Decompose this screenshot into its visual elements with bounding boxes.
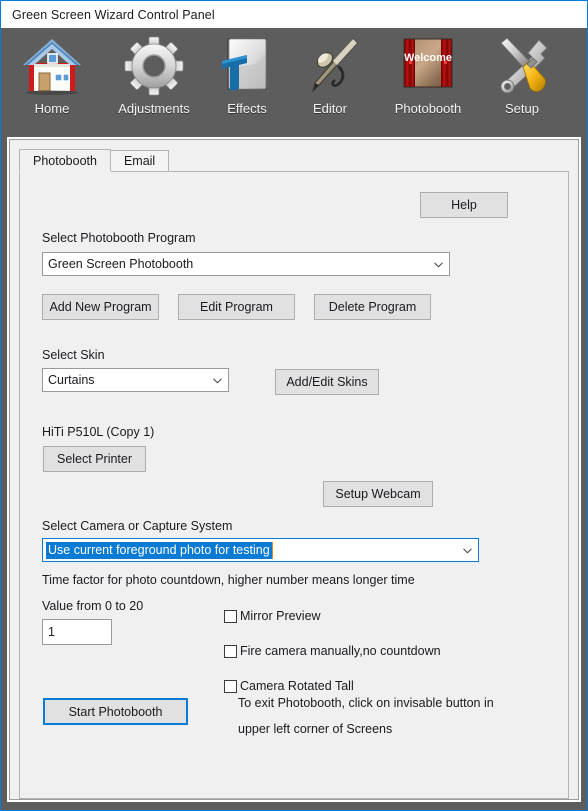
house-icon bbox=[19, 33, 85, 99]
airbrush-pen-icon bbox=[297, 33, 363, 99]
chevron-down-icon bbox=[206, 369, 228, 391]
chevron-down-icon bbox=[427, 253, 449, 275]
checkbox-fire-camera-manually[interactable]: Fire camera manually,no countdown bbox=[224, 644, 441, 658]
main-toolbar: Home Adjustments Effects Editor Welcome … bbox=[1, 28, 587, 139]
toolbar-item-editor[interactable]: Editor bbox=[285, 33, 375, 116]
time-factor-input[interactable]: 1 bbox=[42, 619, 112, 645]
exit-note-line1: To exit Photobooth, click on invisable b… bbox=[238, 696, 494, 710]
checkbox-fire-camera-manually-label: Fire camera manually,no countdown bbox=[240, 644, 441, 658]
checkbox-camera-rotated-tall-label: Camera Rotated Tall bbox=[240, 679, 354, 693]
checkbox-mirror-preview[interactable]: Mirror Preview bbox=[224, 609, 321, 623]
exit-note-line2: upper left corner of Screens bbox=[238, 722, 393, 736]
tab-email-label: Email bbox=[123, 154, 156, 168]
checkbox-mirror-preview-label: Mirror Preview bbox=[240, 609, 321, 623]
text-effects-icon bbox=[214, 33, 280, 99]
checkbox-box[interactable] bbox=[224, 609, 237, 623]
svg-text:Welcome: Welcome bbox=[404, 52, 452, 64]
gear-icon bbox=[121, 33, 187, 99]
toolbar-label-home: Home bbox=[34, 101, 70, 116]
welcome-curtain-icon: Welcome bbox=[395, 33, 461, 99]
toolbar-label-setup: Setup bbox=[505, 101, 539, 116]
toolbar-label-effects: Effects bbox=[227, 101, 267, 116]
program-label: Select Photobooth Program bbox=[42, 231, 196, 245]
skin-combobox-value: Curtains bbox=[48, 373, 95, 387]
select-printer-button[interactable]: Select Printer bbox=[43, 446, 146, 472]
toolbar-item-adjustments[interactable]: Adjustments bbox=[99, 33, 209, 116]
skin-combobox[interactable]: Curtains bbox=[42, 368, 229, 392]
add-edit-skins-button[interactable]: Add/Edit Skins bbox=[275, 369, 379, 395]
toolbar-label-editor: Editor bbox=[313, 101, 347, 116]
time-factor-label: Time factor for photo countdown, higher … bbox=[42, 573, 415, 587]
chevron-down-icon bbox=[456, 539, 478, 561]
checkbox-camera-rotated-tall[interactable]: Camera Rotated Tall bbox=[224, 679, 354, 693]
printer-name-label: HiTi P510L (Copy 1) bbox=[42, 425, 155, 439]
tab-strip: Photobooth Email bbox=[19, 149, 569, 172]
tab-email[interactable]: Email bbox=[109, 150, 170, 172]
title-bar: Green Screen Wizard Control Panel bbox=[1, 1, 587, 28]
setup-webcam-button[interactable]: Setup Webcam bbox=[323, 481, 433, 507]
tab-photobooth-label: Photobooth bbox=[33, 153, 97, 168]
program-combobox[interactable]: Green Screen Photobooth bbox=[42, 252, 450, 276]
client-area: Photobooth Email Help Select Photobooth … bbox=[9, 139, 579, 800]
camera-label: Select Camera or Capture System bbox=[42, 519, 233, 533]
skin-label: Select Skin bbox=[42, 348, 105, 362]
toolbar-item-effects[interactable]: Effects bbox=[209, 33, 285, 116]
tab-strip-filler bbox=[168, 150, 569, 172]
delete-program-button[interactable]: Delete Program bbox=[314, 294, 431, 320]
start-photobooth-button[interactable]: Start Photobooth bbox=[43, 698, 188, 725]
camera-combobox[interactable]: Use current foreground photo for testing bbox=[42, 538, 479, 562]
checkbox-box[interactable] bbox=[224, 644, 237, 658]
value-range-label: Value from 0 to 20 bbox=[42, 599, 144, 613]
application-window: Green Screen Wizard Control Panel Home A… bbox=[0, 0, 588, 811]
tab-page-photobooth: Help Select Photobooth Program Green Scr… bbox=[19, 171, 569, 799]
toolbar-item-home[interactable]: Home bbox=[5, 33, 99, 116]
edit-program-button[interactable]: Edit Program bbox=[178, 294, 295, 320]
window-title: Green Screen Wizard Control Panel bbox=[12, 7, 215, 22]
toolbar-label-photobooth: Photobooth bbox=[394, 101, 462, 116]
checkbox-box[interactable] bbox=[224, 679, 237, 693]
camera-combobox-value: Use current foreground photo for testing bbox=[46, 541, 273, 559]
program-combobox-value: Green Screen Photobooth bbox=[48, 257, 194, 271]
wrench-screwdriver-icon bbox=[489, 33, 555, 99]
toolbar-label-adjustments: Adjustments bbox=[118, 101, 190, 116]
tab-photobooth[interactable]: Photobooth bbox=[19, 149, 111, 172]
toolbar-item-photobooth[interactable]: Welcome Photobooth bbox=[375, 33, 481, 116]
toolbar-item-setup[interactable]: Setup bbox=[481, 33, 563, 116]
help-button[interactable]: Help bbox=[420, 192, 508, 218]
add-new-program-button[interactable]: Add New Program bbox=[42, 294, 159, 320]
